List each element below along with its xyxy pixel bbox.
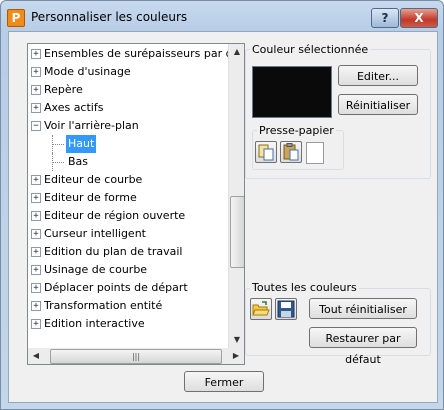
tree-item-label: Axes actifs bbox=[44, 101, 104, 114]
paste-color-button[interactable] bbox=[280, 141, 302, 163]
tree-item-label: Repère bbox=[44, 83, 83, 96]
open-folder-icon bbox=[252, 301, 270, 316]
expand-icon[interactable]: + bbox=[31, 103, 41, 113]
vertical-scrollbar[interactable]: ▲ ▼ bbox=[228, 44, 244, 348]
tree-child-item[interactable]: Bas bbox=[28, 153, 228, 171]
expand-icon[interactable]: + bbox=[31, 247, 41, 257]
scroll-right-arrow-icon[interactable]: ▶ bbox=[228, 348, 244, 364]
copy-icon bbox=[258, 144, 274, 161]
tree-child-item[interactable]: Haut bbox=[28, 135, 228, 153]
tree-item[interactable]: + Usinage de courbe bbox=[28, 261, 228, 279]
paste-icon bbox=[283, 143, 299, 161]
expand-icon[interactable]: + bbox=[31, 301, 41, 311]
tree-item-label: Mode d'usinage bbox=[44, 65, 131, 78]
copy-color-button[interactable] bbox=[255, 141, 277, 163]
expand-icon[interactable]: + bbox=[31, 49, 41, 59]
save-colors-button[interactable] bbox=[275, 298, 297, 320]
clipboard-color-swatch bbox=[306, 142, 324, 164]
tree-item[interactable]: + Curseur intelligent bbox=[28, 225, 228, 243]
tree-item-label: Transformation entité bbox=[44, 299, 163, 312]
edit-color-button[interactable]: Editer... bbox=[338, 65, 418, 86]
scroll-down-arrow-icon[interactable]: ▼ bbox=[229, 332, 244, 348]
tree-item-label: Ensembles de surépaisseurs par d bbox=[44, 47, 233, 60]
reset-color-button[interactable]: Réinitialiser bbox=[338, 94, 418, 115]
tree-item[interactable]: + Axes actifs bbox=[28, 99, 228, 117]
tree-item-label: Déplacer points de départ bbox=[44, 281, 188, 294]
close-dialog-button[interactable]: Fermer bbox=[184, 371, 264, 392]
horizontal-scrollbar[interactable]: ◀ ||| ▶ bbox=[28, 348, 244, 364]
tree-item-label: Usinage de courbe bbox=[44, 263, 148, 276]
selected-color-group-title: Couleur sélectionnée bbox=[250, 43, 371, 56]
open-colors-button[interactable] bbox=[250, 298, 272, 320]
tree-item[interactable]: + Ensembles de surépaisseurs par d bbox=[28, 45, 233, 63]
dialog-window: P Personnaliser les couleurs ? X + Ensemb… bbox=[0, 0, 444, 410]
reset-all-colors-button[interactable]: Tout réinitialiser bbox=[309, 298, 417, 319]
save-icon bbox=[277, 300, 295, 318]
app-icon: P bbox=[7, 9, 25, 27]
tree-item[interactable]: + Editeur de région ouverte bbox=[28, 207, 228, 225]
tree-item[interactable]: + Transformation entité bbox=[28, 297, 228, 315]
close-window-button[interactable]: X bbox=[400, 8, 438, 28]
expand-icon[interactable]: + bbox=[31, 265, 41, 275]
tree-item[interactable]: + Editeur de forme bbox=[28, 189, 228, 207]
tree-item-label: Haut bbox=[66, 135, 97, 153]
expand-icon[interactable]: + bbox=[31, 67, 41, 77]
expand-icon[interactable]: + bbox=[31, 319, 41, 329]
horizontal-scroll-thumb[interactable]: ||| bbox=[50, 349, 222, 364]
expand-icon[interactable]: + bbox=[31, 283, 41, 293]
tree-item[interactable]: + Déplacer points de départ bbox=[28, 279, 228, 297]
scroll-left-arrow-icon[interactable]: ◀ bbox=[28, 348, 44, 364]
clipboard-group-title: Presse-papier bbox=[257, 124, 336, 137]
tree-connector-line bbox=[52, 162, 64, 163]
tree-item[interactable]: − Voir l'arrière-plan bbox=[28, 117, 228, 135]
tree-item[interactable]: + Repère bbox=[28, 81, 228, 99]
tree-item-label: Editeur de forme bbox=[44, 191, 137, 204]
expand-icon[interactable]: + bbox=[31, 175, 41, 185]
expand-icon[interactable]: + bbox=[31, 85, 41, 95]
window-title: Personnaliser les couleurs bbox=[31, 10, 188, 24]
dialog-client-area: + Ensembles de surépaisseurs par d + Mode d… bbox=[8, 31, 438, 403]
help-button[interactable]: ? bbox=[371, 8, 399, 28]
tree-item-label: Voir l'arrière-plan bbox=[44, 119, 139, 132]
tree-item-label: Edition du plan de travail bbox=[44, 245, 183, 258]
scroll-up-arrow-icon[interactable]: ▲ bbox=[229, 44, 244, 60]
tree-item-label: Curseur intelligent bbox=[44, 227, 146, 240]
title-bar[interactable]: P Personnaliser les couleurs ? X bbox=[1, 1, 443, 31]
expand-icon[interactable]: + bbox=[31, 211, 41, 221]
collapse-icon[interactable]: − bbox=[31, 121, 41, 131]
tree-item[interactable]: + Edition du plan de travail bbox=[28, 243, 228, 261]
tree-item-label: Editeur de courbe bbox=[44, 173, 143, 186]
all-colors-group-title: Toutes les couleurs bbox=[250, 281, 359, 294]
tree-item-label: Bas bbox=[68, 155, 89, 168]
tree-item-label: Editeur de région ouverte bbox=[44, 209, 186, 222]
tree-item[interactable]: + Mode d'usinage bbox=[28, 63, 228, 81]
tree-item-label: Edition interactive bbox=[44, 317, 145, 330]
tree-item[interactable]: + Edition interactive bbox=[28, 315, 228, 333]
selected-color-swatch bbox=[252, 66, 332, 118]
restore-defaults-button[interactable]: Restaurer par défaut bbox=[309, 327, 417, 366]
expand-icon[interactable]: + bbox=[31, 229, 41, 239]
expand-icon[interactable]: + bbox=[31, 193, 41, 203]
color-category-tree[interactable]: + Ensembles de surépaisseurs par d + Mode d… bbox=[27, 43, 245, 365]
tree-connector-line bbox=[52, 144, 64, 145]
vertical-scroll-thumb[interactable] bbox=[230, 196, 244, 268]
tree-item[interactable]: + Editeur de courbe bbox=[28, 171, 228, 189]
